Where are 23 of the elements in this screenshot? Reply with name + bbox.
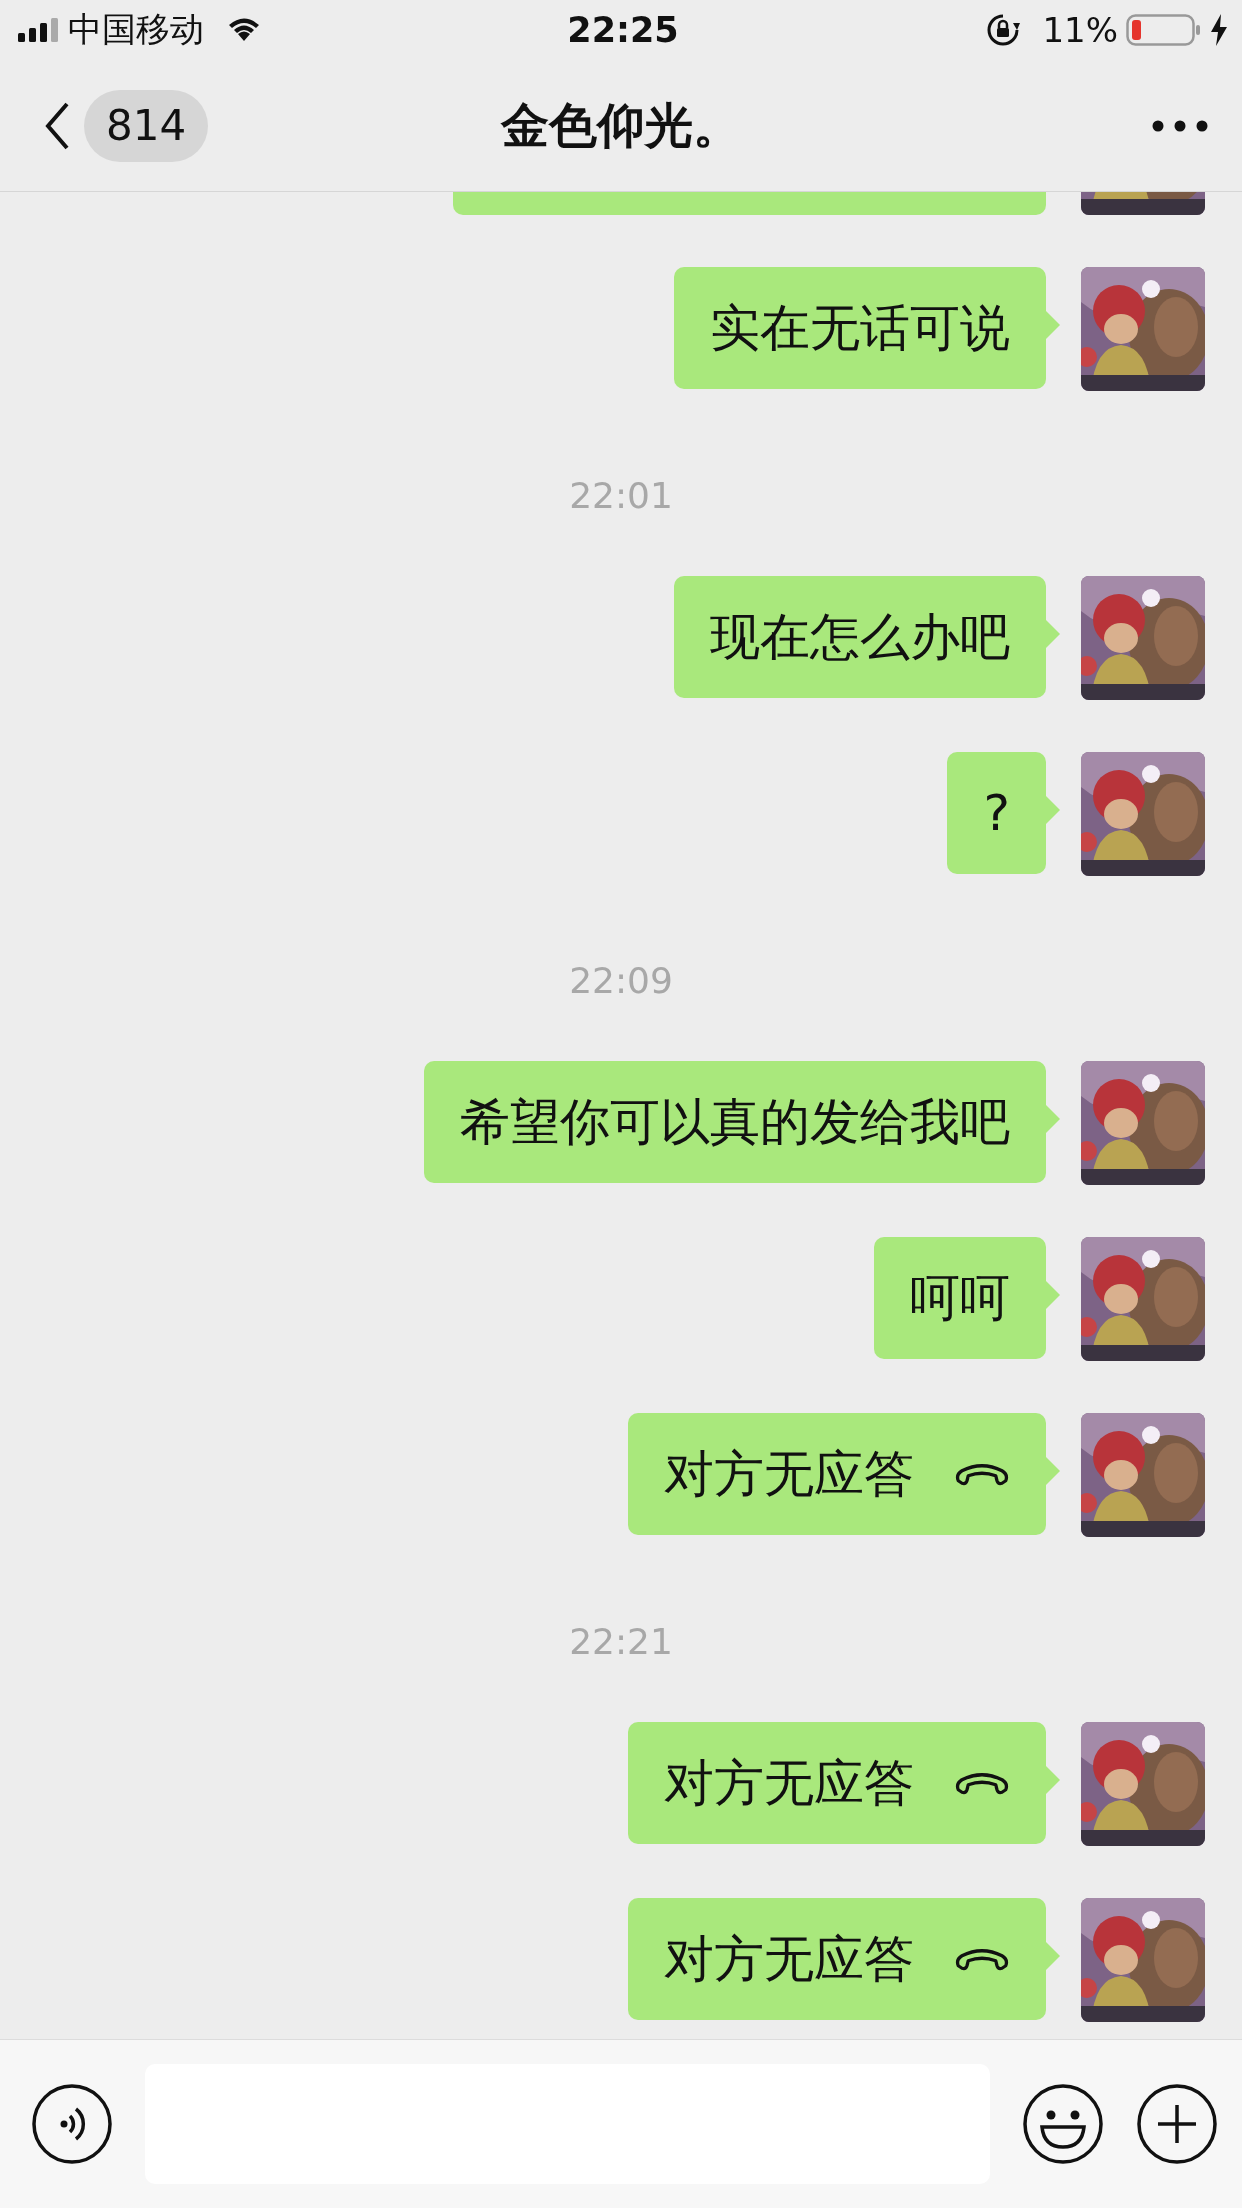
voice-icon[interactable] — [31, 2083, 113, 2165]
timestamp: 22:09 — [569, 960, 673, 1001]
battery-percent: 11% — [1042, 10, 1118, 50]
emoji-icon[interactable] — [1022, 2083, 1104, 2165]
battery-icon — [1126, 14, 1202, 46]
plus-icon[interactable] — [1136, 2083, 1218, 2165]
charging-bolt-icon — [1210, 14, 1228, 46]
timestamp: 22:01 — [569, 475, 673, 516]
back-icon[interactable] — [44, 100, 70, 151]
clock-time: 22:25 — [567, 10, 679, 50]
bubble-tail — [1046, 1766, 1060, 1794]
signal-icon — [18, 18, 60, 42]
carrier-name: 中国移动 — [68, 8, 204, 51]
phone-hangup-icon — [954, 1461, 1010, 1487]
unread-count-badge[interactable]: 814 — [84, 89, 209, 162]
more-icon[interactable] — [1152, 119, 1208, 132]
timestamp: 22:21 — [569, 1621, 673, 1662]
phone-hangup-icon — [954, 1770, 1010, 1796]
phone-hangup-icon — [954, 1946, 1010, 1972]
rotation-lock-icon — [986, 13, 1021, 47]
bubble-tail — [1046, 1942, 1060, 1970]
chat-title: 金色仰光。 — [501, 96, 741, 153]
bubble-tail — [1046, 1457, 1060, 1485]
